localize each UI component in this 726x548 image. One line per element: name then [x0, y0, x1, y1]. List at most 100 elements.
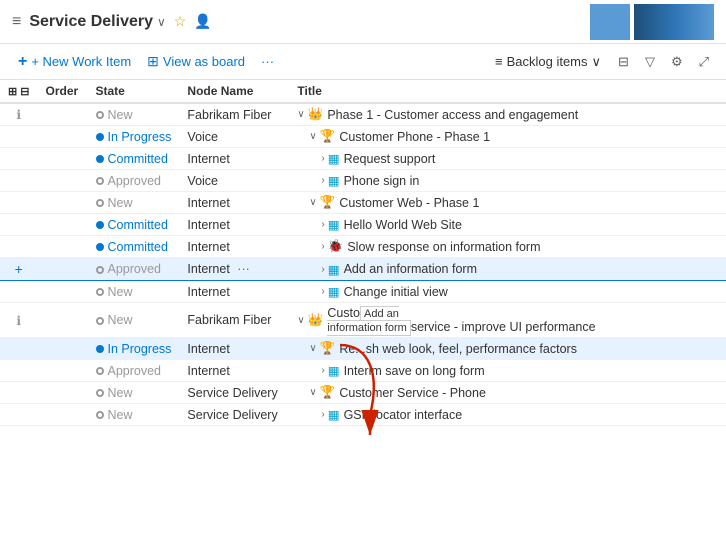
expand-icon: ⤢: [699, 54, 709, 70]
row-state: Approved: [88, 360, 180, 382]
row-info: [0, 214, 38, 236]
row-info: [0, 236, 38, 258]
row-node: Internet ···: [179, 258, 289, 281]
column-icon: ⊟: [618, 54, 629, 70]
row-title-text[interactable]: Customer Phone - Phase 1: [339, 130, 490, 144]
row-state: Approved: [88, 170, 180, 192]
wi-type-icon: ▦: [328, 407, 340, 422]
row-chevron-icon[interactable]: ›: [321, 175, 324, 186]
row-state: New: [88, 404, 180, 426]
table-row: Committed Internet › ▦ Hello World Web S…: [0, 214, 726, 236]
col-header-node: Node Name: [179, 80, 289, 103]
row-title: › 🐞 Slow response on information form: [289, 236, 726, 258]
row-chevron-icon[interactable]: ∨: [297, 315, 304, 326]
row-title: ∨ 🏆 Customer Phone - Phase 1: [289, 126, 726, 148]
row-title: › ▦ Hello World Web Site: [289, 214, 726, 236]
row-chevron-icon[interactable]: ›: [321, 219, 324, 230]
settings-button[interactable]: ⚙: [666, 51, 688, 73]
row-order: [38, 214, 88, 236]
wi-type-icon: ▦: [328, 173, 340, 188]
new-work-item-button[interactable]: + + New Work Item: [12, 50, 137, 74]
row-ellipsis-button[interactable]: ···: [233, 262, 254, 276]
row-title-text[interactable]: Phone sign in: [344, 174, 420, 188]
row-title-text[interactable]: Customer Web - Phase 1: [339, 196, 479, 210]
row-state: In Progress: [88, 338, 180, 360]
row-order: [38, 404, 88, 426]
table-row: ℹ New Fabrikam Fiber ∨ 👑 Phase 1 - Custo…: [0, 103, 726, 126]
table-row: New Internet › ▦ Change initial view: [0, 281, 726, 303]
expand-collapse-icon[interactable]: ⊞ ⊟: [8, 86, 30, 98]
row-title-text[interactable]: Slow response on information form: [347, 240, 540, 254]
row-node: Internet: [179, 360, 289, 382]
row-chevron-icon[interactable]: ›: [321, 409, 324, 420]
row-state: New: [88, 103, 180, 126]
row-state: New: [88, 281, 180, 303]
row-title-text[interactable]: Request support: [344, 152, 436, 166]
favorite-icon[interactable]: ☆: [174, 13, 187, 30]
row-title-text[interactable]: Interim save on long form: [344, 364, 485, 378]
row-order: [38, 303, 88, 338]
row-title: › ▦ Request support: [289, 148, 726, 170]
column-options-button[interactable]: ⊟: [613, 51, 634, 73]
row-title-text[interactable]: Change initial view: [344, 285, 448, 299]
row-info: [0, 404, 38, 426]
row-chevron-icon[interactable]: ∨: [309, 343, 316, 354]
row-title-text[interactable]: Re...sh web look, feel, performance fact…: [339, 342, 577, 356]
row-chevron-icon[interactable]: ∨: [309, 131, 316, 142]
row-chevron-icon[interactable]: ›: [321, 241, 324, 252]
wi-type-icon: ▦: [328, 151, 340, 166]
wi-type-icon: 🏆: [320, 129, 336, 144]
wi-type-icon: ▦: [328, 262, 340, 277]
title-chevron-icon[interactable]: ∨: [157, 15, 166, 29]
row-order: [38, 382, 88, 404]
row-info: [0, 192, 38, 214]
backlog-items-button[interactable]: ≡ Backlog items ∨: [489, 51, 607, 73]
row-title: ∨ 🏆 Customer Service - Phone: [289, 382, 726, 404]
row-node: Internet: [179, 214, 289, 236]
view-as-board-label: View as board: [163, 54, 245, 69]
row-chevron-icon[interactable]: ›: [321, 286, 324, 297]
row-chevron-icon[interactable]: ›: [321, 153, 324, 164]
row-info: [0, 170, 38, 192]
row-chevron-icon[interactable]: ›: [321, 365, 324, 376]
menu-icon: ≡: [12, 13, 21, 31]
filter-button[interactable]: ▽: [640, 51, 660, 73]
add-row-icon[interactable]: +: [15, 261, 23, 277]
row-order: [38, 360, 88, 382]
table-row: New Internet ∨ 🏆 Customer Web - Phase 1: [0, 192, 726, 214]
wi-type-icon: 🏆: [320, 341, 336, 356]
row-title-text[interactable]: GSP locator interface: [344, 408, 463, 422]
row-title-text[interactable]: CustoAdd aninformation formservice - imp…: [327, 306, 595, 334]
col-header-expand: ⊞ ⊟: [0, 80, 38, 103]
row-title-text[interactable]: Add an information form: [344, 262, 477, 276]
row-node: Internet: [179, 192, 289, 214]
table-row: Committed Internet › ▦ Request support: [0, 148, 726, 170]
table-header-row: ⊞ ⊟ Order State Node Name Title: [0, 80, 726, 103]
backlog-table-container: ⊞ ⊟ Order State Node Name Title ℹ New Fa…: [0, 80, 726, 548]
row-chevron-icon[interactable]: ∨: [309, 387, 316, 398]
row-chevron-icon[interactable]: ›: [321, 264, 324, 275]
row-state: Committed: [88, 236, 180, 258]
row-title-text[interactable]: Customer Service - Phone: [339, 386, 486, 400]
expand-button[interactable]: ⤢: [694, 51, 714, 73]
row-chevron-icon[interactable]: ∨: [309, 197, 316, 208]
team-icon[interactable]: 👤: [194, 13, 211, 30]
row-title: › ▦ Add an information form: [289, 258, 726, 281]
board-icon: ⊞: [147, 53, 159, 70]
wi-type-icon: 👑: [308, 107, 324, 122]
row-title-text[interactable]: Phase 1 - Customer access and engagement: [327, 108, 578, 122]
row-title: ∨ 👑 CustoAdd aninformation formservice -…: [289, 303, 726, 338]
row-info: [0, 281, 38, 303]
view-as-board-button[interactable]: ⊞ View as board: [141, 50, 251, 73]
row-info: ℹ: [0, 303, 38, 338]
table-row: Committed Internet › 🐞 Slow response on …: [0, 236, 726, 258]
col-header-order: Order: [38, 80, 88, 103]
header-image-1: [590, 4, 630, 40]
wi-type-icon: ▦: [328, 284, 340, 299]
row-state: New: [88, 192, 180, 214]
row-chevron-icon[interactable]: ∨: [297, 109, 304, 120]
row-state: New: [88, 303, 180, 338]
more-options-button[interactable]: ···: [255, 51, 280, 72]
row-title-text[interactable]: Hello World Web Site: [344, 218, 462, 232]
row-info: +: [0, 258, 38, 281]
